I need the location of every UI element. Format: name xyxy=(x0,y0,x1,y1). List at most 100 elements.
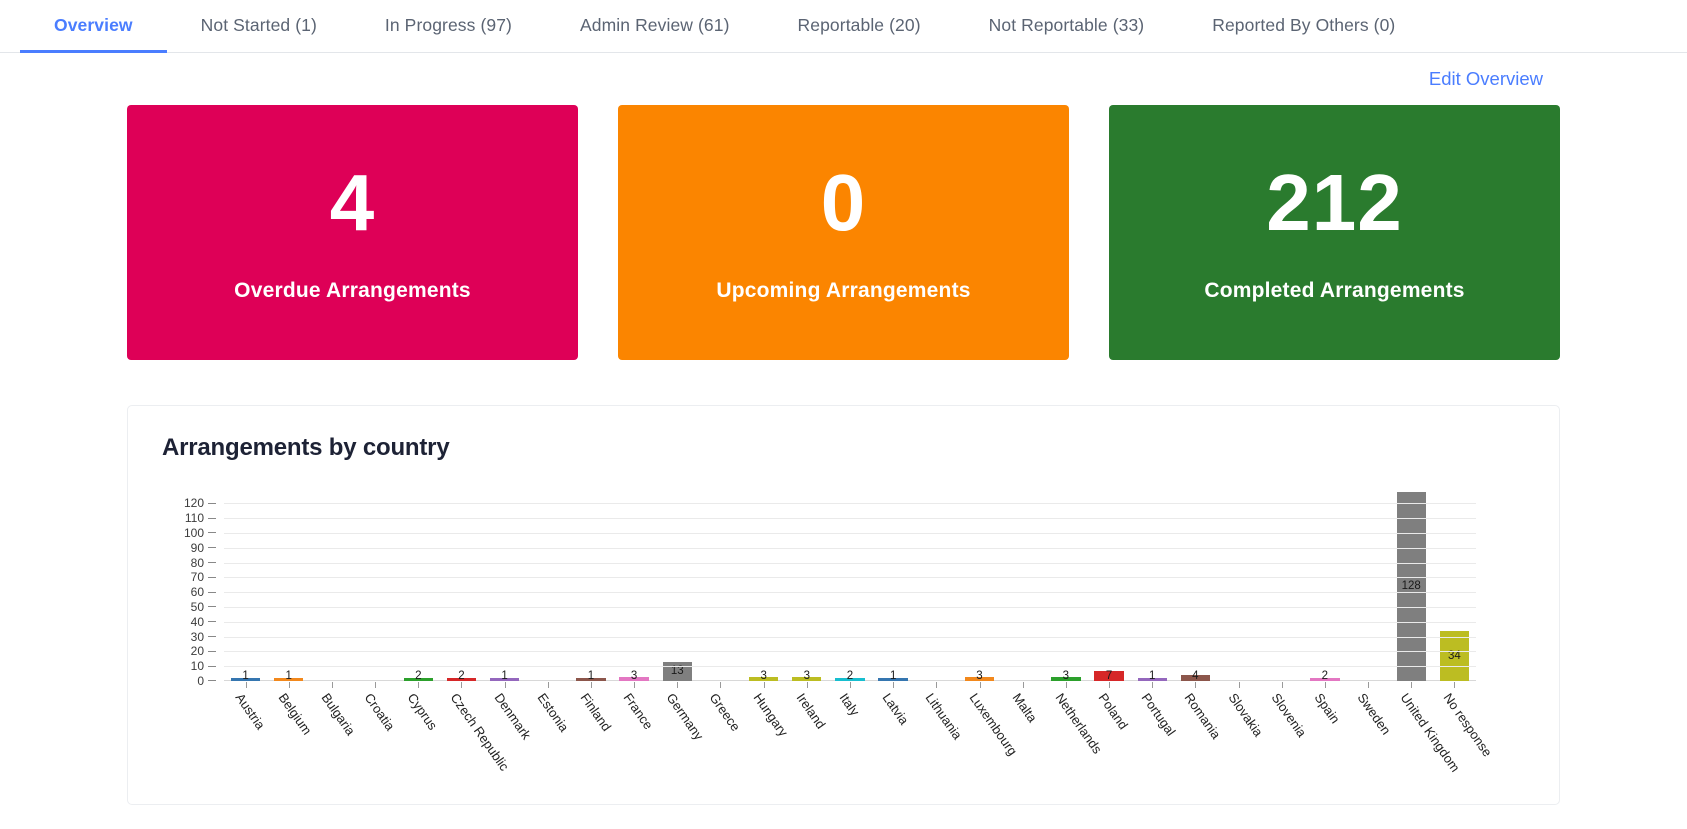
kpi-value: 0 xyxy=(820,157,867,247)
bar-value-label: 2 xyxy=(415,670,422,682)
bar-slot[interactable]: 1 xyxy=(267,496,310,682)
tab-reported-by-others-0[interactable]: Reported By Others (0) xyxy=(1178,1,1429,53)
y-axis-tick-label: 120 xyxy=(184,496,216,510)
bar-slot[interactable]: 1 xyxy=(483,496,526,682)
x-axis-slot: Latvia xyxy=(872,682,915,792)
tab-reportable-20[interactable]: Reportable (20) xyxy=(764,1,955,53)
bar-slot[interactable] xyxy=(310,496,353,681)
x-axis-tick xyxy=(590,682,592,688)
bar-value-label: 1 xyxy=(889,670,897,682)
kpi-card-overdue-arrangements[interactable]: 4 Overdue Arrangements xyxy=(127,105,578,360)
x-axis-slot: Denmark xyxy=(483,682,534,792)
bar-slot[interactable] xyxy=(1346,496,1389,681)
bar-slot[interactable]: 2 xyxy=(397,496,440,682)
kpi-card-completed-arrangements[interactable]: 212 Completed Arrangements xyxy=(1109,105,1560,360)
x-axis-slot: Malta xyxy=(1001,682,1044,792)
bar-slot[interactable]: 2 xyxy=(828,496,871,682)
bar-slot[interactable]: 128 xyxy=(1390,491,1433,681)
x-axis-slot: France xyxy=(613,682,656,792)
bar[interactable]: 1 xyxy=(1137,670,1167,682)
x-axis-slot: Belgium xyxy=(267,682,315,792)
bar[interactable]: 2 xyxy=(446,670,477,682)
bar[interactable]: 1 xyxy=(230,670,261,682)
bar[interactable]: 3 xyxy=(964,670,995,682)
bar-slot[interactable]: 3 xyxy=(742,496,785,682)
kpi-card-upcoming-arrangements[interactable]: 0 Upcoming Arrangements xyxy=(618,105,1069,360)
x-axis-slot: Slovenia xyxy=(1260,682,1309,792)
gridline xyxy=(224,518,1476,520)
tab-not-reportable-33[interactable]: Not Reportable (33) xyxy=(955,1,1179,53)
bar-slot[interactable] xyxy=(1001,496,1044,681)
bar[interactable]: 7 xyxy=(1094,670,1124,682)
bar[interactable]: 4 xyxy=(1180,670,1211,682)
tab-bar: Overview Not Started (1) In Progress (97) A… xyxy=(0,0,1687,53)
bar[interactable]: 1 xyxy=(274,670,304,682)
bar-slot[interactable]: 3 xyxy=(613,496,656,682)
bar-value-label: 3 xyxy=(976,670,983,682)
x-axis-tick xyxy=(1195,682,1197,688)
bar-slot[interactable]: 1 xyxy=(872,496,915,682)
bar[interactable]: 13 xyxy=(662,661,692,681)
tab-in-progress-97[interactable]: In Progress (97) xyxy=(351,1,546,53)
bar[interactable]: 1 xyxy=(576,670,606,682)
gridline xyxy=(224,651,1476,653)
bar-slot[interactable]: 1 xyxy=(1131,496,1174,682)
bar-value-label: 3 xyxy=(630,670,638,682)
bar-plot: 1 1 2 2 1 1 3 13 3 3 2 1 3 3 7 1 4 2 128 34 xyxy=(224,491,1476,682)
tab-overview[interactable]: Overview xyxy=(20,1,167,53)
y-axis-tick-label: 30 xyxy=(191,630,216,644)
bar[interactable]: 3 xyxy=(619,670,649,682)
bar-slot[interactable]: 2 xyxy=(440,496,483,682)
bar[interactable]: 2 xyxy=(1310,670,1340,682)
y-axis-tick-label: 80 xyxy=(191,556,216,570)
x-axis-slot: Czech Republic xyxy=(440,682,513,792)
x-axis-slot: Spain xyxy=(1303,682,1346,792)
bar-slot[interactable]: 2 xyxy=(1303,496,1346,682)
x-axis-slot: Bulgaria xyxy=(310,682,358,792)
bar[interactable]: 1 xyxy=(878,670,908,682)
bar[interactable]: 2 xyxy=(835,670,865,682)
bar-slot[interactable]: 3 xyxy=(1044,496,1087,682)
tab-admin-review-61[interactable]: Admin Review (61) xyxy=(546,1,764,53)
bar-slot[interactable]: 3 xyxy=(785,496,828,682)
bar-slot[interactable]: 3 xyxy=(958,496,1001,682)
tab-not-started-1[interactable]: Not Started (1) xyxy=(167,1,351,53)
gridline xyxy=(224,666,1476,668)
bar[interactable]: 3 xyxy=(792,670,822,682)
bar-slot[interactable] xyxy=(526,496,569,681)
edit-overview-link[interactable]: Edit Overview xyxy=(1429,68,1543,90)
x-axis-slot: Austria xyxy=(224,682,268,792)
bar-slot[interactable] xyxy=(354,496,397,681)
bar-slot[interactable] xyxy=(915,496,958,681)
x-axis-slot: Sweden xyxy=(1346,682,1394,792)
x-axis-tick-label: France xyxy=(620,690,657,733)
bar-slot[interactable]: 13 xyxy=(656,496,699,681)
x-axis-tick-label: Italy xyxy=(836,690,863,719)
bar[interactable]: 34 xyxy=(1439,630,1470,681)
bar-value-label: 1 xyxy=(242,670,249,682)
bar-slot[interactable] xyxy=(699,496,742,681)
bar-slot[interactable]: 34 xyxy=(1433,496,1476,681)
bar[interactable]: 128 xyxy=(1396,491,1426,681)
bar-slot[interactable]: 1 xyxy=(224,496,267,682)
x-axis-tick-label: Malta xyxy=(1009,690,1040,726)
bar[interactable]: 1 xyxy=(489,670,520,682)
bar[interactable]: 2 xyxy=(403,670,433,682)
x-axis-tick xyxy=(806,682,808,688)
x-axis-tick xyxy=(418,682,420,688)
x-axis-tick xyxy=(1324,682,1326,688)
y-axis-tick-label: 60 xyxy=(191,585,216,599)
gridline xyxy=(224,503,1476,505)
gridline xyxy=(224,547,1476,549)
bar[interactable]: 3 xyxy=(748,670,779,682)
bar-slot[interactable] xyxy=(1217,496,1260,681)
bar-slot[interactable]: 7 xyxy=(1087,496,1130,682)
y-axis-tick-label: 100 xyxy=(184,526,216,540)
bar-slot[interactable]: 4 xyxy=(1174,496,1217,682)
x-axis-tick xyxy=(1238,682,1240,688)
x-axis-slot: Croatia xyxy=(354,682,398,792)
bar[interactable]: 3 xyxy=(1051,670,1081,682)
bar-slot[interactable] xyxy=(1260,496,1303,681)
bar-slot[interactable]: 1 xyxy=(569,496,612,682)
x-axis-slot: Poland xyxy=(1087,682,1131,792)
